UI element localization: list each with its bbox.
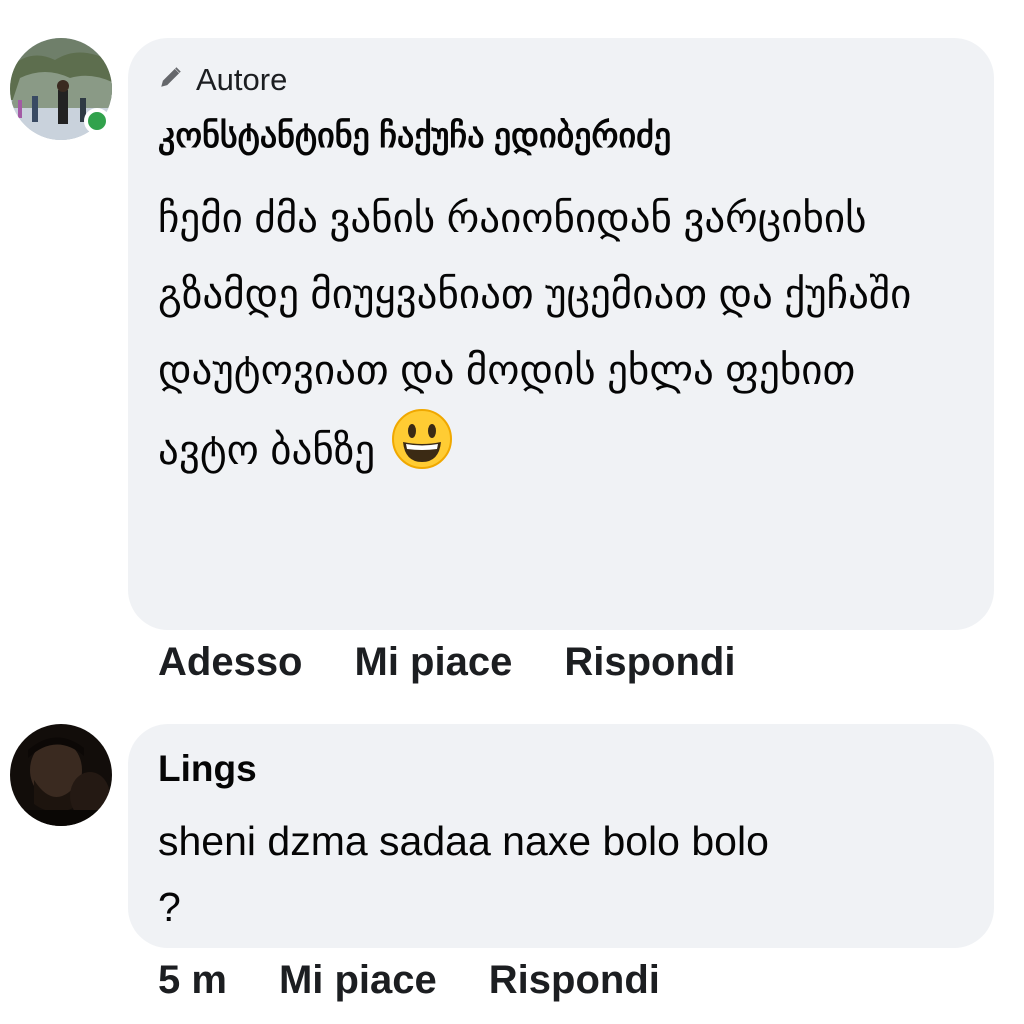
comment-actions: 5 m Mi piace Rispondi [158, 958, 660, 1003]
comment-text-body: ჩემი ძმა ვანის რაიონიდან ვარციხის გზამდე… [158, 195, 912, 473]
reply-button[interactable]: Rispondi [489, 958, 660, 1003]
comment-author-name[interactable]: Lings [158, 748, 257, 790]
comment-actions: Adesso Mi piace Rispondi [158, 640, 735, 685]
comment-author-name[interactable]: კონსტანტინე ჩაქუჩა ედიბერიძე [158, 116, 671, 156]
author-badge: Autore [158, 62, 287, 98]
comment-bubble: Lings sheni dzma sadaa naxe bolo bolo ? [128, 724, 994, 948]
avatar[interactable] [10, 724, 112, 826]
comment-text: ჩემი ძმა ვანის რაიონიდან ვარციხის გზამდე… [158, 180, 964, 488]
grinning-face-icon [391, 408, 453, 470]
comment-bubble: Autore კონსტანტინე ჩაქუჩა ედიბერიძე ჩემი… [128, 38, 994, 630]
author-badge-label: Autore [196, 62, 288, 97]
online-status-indicator [84, 108, 110, 134]
comment-text: sheni dzma sadaa naxe bolo bolo ? [158, 818, 769, 930]
comment-time[interactable]: Adesso [158, 640, 303, 685]
like-button[interactable]: Mi piace [355, 640, 513, 685]
comment-time[interactable]: 5 m [158, 958, 227, 1003]
reply-button[interactable]: Rispondi [564, 640, 735, 685]
like-button[interactable]: Mi piace [279, 958, 437, 1003]
pencil-icon [158, 62, 184, 98]
